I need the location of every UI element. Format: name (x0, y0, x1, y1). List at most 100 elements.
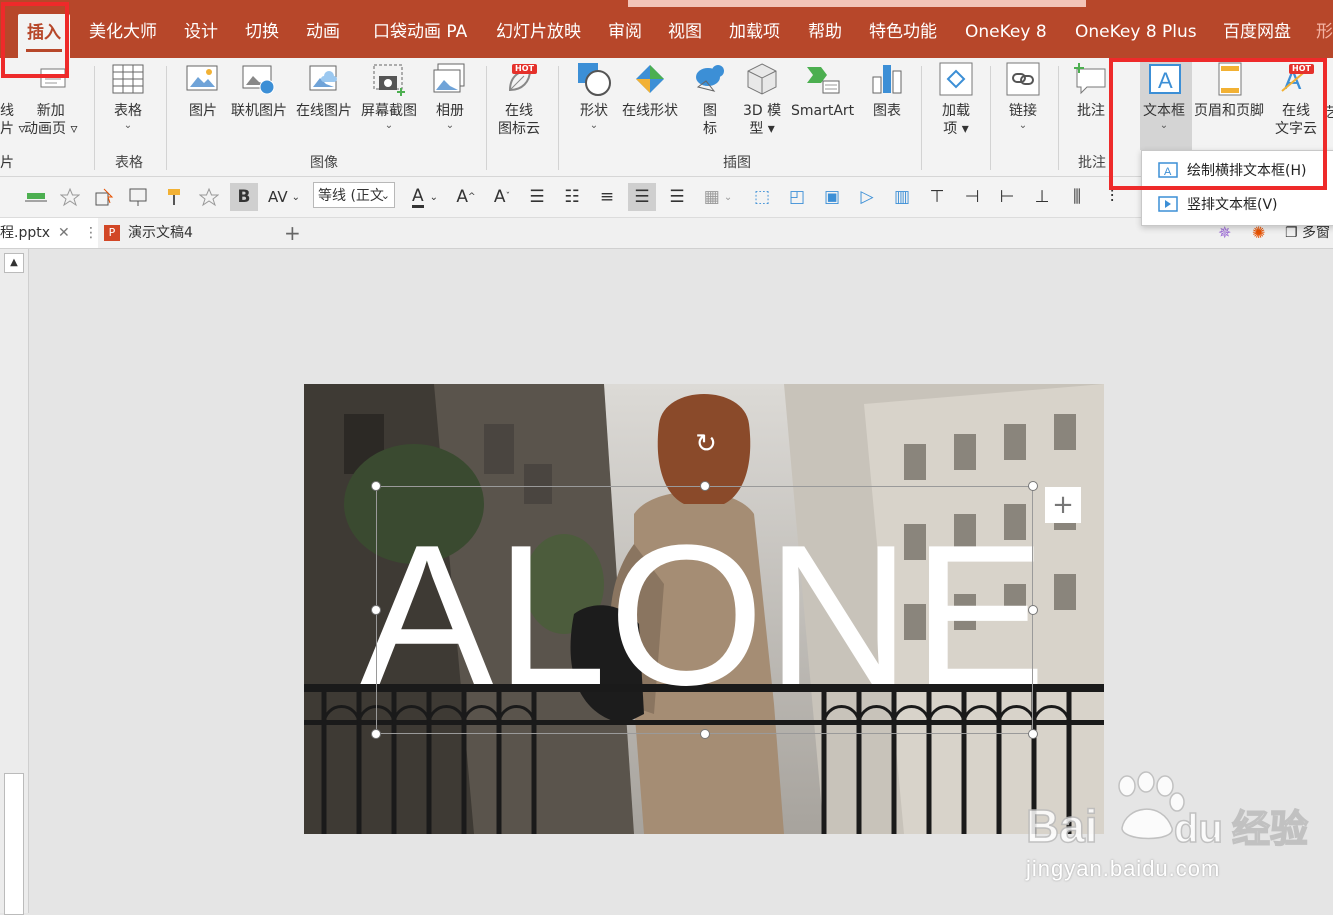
tab-help[interactable]: 帮助 (808, 18, 842, 46)
document-tabs: 程.pptx ✕ ⋮ P 演示文稿4 + ✵ ✺ ❐ 多窗 (0, 218, 1333, 249)
group-label-image: 图像 (310, 155, 338, 171)
presenter-icon[interactable] (124, 183, 152, 211)
align-left-icon[interactable]: ☰ (628, 183, 656, 211)
align-right-edge-icon[interactable]: ⊣ (958, 183, 986, 211)
resize-handle-tl[interactable] (371, 481, 381, 491)
title-strip (628, 0, 1086, 7)
partial-left-item[interactable]: 线 片 ▿ (0, 102, 25, 138)
3d-model-button[interactable]: 3D 模 型 ▾ (743, 60, 781, 138)
tab-features[interactable]: 特色功能 (869, 18, 937, 46)
table-icon (110, 60, 146, 98)
select-shape-icon[interactable] (90, 183, 118, 211)
addin-icon (938, 60, 974, 98)
window-icon: ❐ (1285, 225, 1298, 241)
tab-transitions[interactable]: 切换 (245, 18, 279, 46)
online-picture-button-2[interactable]: 在线图片 (296, 60, 352, 120)
star-outline-icon[interactable] (195, 183, 223, 211)
icons-button[interactable]: 图 标 (692, 60, 728, 138)
picture-button[interactable]: 图片 (185, 60, 221, 120)
tab-design[interactable]: 设计 (184, 18, 218, 46)
font-color-button[interactable]: A ⌄ (405, 183, 445, 211)
tab-pocket-animation[interactable]: 口袋动画 PA (373, 18, 467, 46)
rotate-handle-icon[interactable]: ↻ (692, 430, 720, 458)
watermark-url: jingyan.baidu.com (1026, 856, 1221, 881)
bold-button[interactable]: B (230, 183, 258, 211)
tab-view[interactable]: 视图 (668, 18, 702, 46)
tab-slideshow[interactable]: 幻灯片放映 (496, 18, 581, 46)
chart-align-icon[interactable]: ▥ (888, 183, 916, 211)
align-icon-1[interactable] (22, 183, 50, 211)
hot-badge: HOT (512, 64, 537, 74)
highlight-box-textbox (1109, 58, 1327, 190)
svg-text:Bai: Bai (1026, 800, 1098, 852)
cloud-picture-icon (306, 60, 342, 98)
highlight-box-insert-tab (1, 2, 69, 78)
text-direction-icon[interactable]: ▷ (853, 183, 881, 211)
online-picture-button-1[interactable]: 联机图片 (231, 60, 287, 120)
resize-handle-b[interactable] (700, 729, 710, 739)
online-picture-icon (241, 60, 277, 98)
ribbon-tab-bar: 插入 美化大师 设计 切换 动画 口袋动画 PA 幻灯片放映 审阅 视图 加载项… (0, 0, 1333, 58)
online-shapes-button[interactable]: 在线形状 (622, 60, 678, 120)
tab-addins[interactable]: 加载项 (729, 18, 780, 46)
resize-handle-bl[interactable] (371, 729, 381, 739)
album-button[interactable]: 相册 ⌄ (432, 60, 468, 132)
tab-baidu-netdisk[interactable]: 百度网盘 (1223, 18, 1291, 46)
grow-font-button[interactable]: A ^ (452, 183, 480, 211)
resize-handle-t[interactable] (700, 481, 710, 491)
online-shapes-icon (632, 60, 668, 98)
resize-handle-tr[interactable] (1028, 481, 1038, 491)
align-middle-icon[interactable]: ⊥ (1028, 183, 1056, 211)
tab-shape-format[interactable]: 形 (1316, 18, 1333, 46)
justify-icon[interactable]: ≡ (593, 183, 621, 211)
close-icon[interactable]: ✕ (58, 218, 70, 248)
scrollbar-thumb[interactable] (4, 773, 24, 915)
addins-button[interactable]: 加载 项 ▾ (938, 60, 974, 138)
align-center-icon[interactable]: ☰ (523, 183, 551, 211)
char-spacing-button[interactable]: AV ⌄ (264, 183, 304, 211)
menu-item-vertical-textbox[interactable]: 竖排文本框(V) (1142, 187, 1333, 221)
partial-group-label: 片 (0, 155, 14, 171)
format-painter-icon[interactable] (160, 183, 188, 211)
more-icon[interactable]: ⋮ (84, 218, 98, 248)
resize-handle-r[interactable] (1028, 605, 1038, 615)
shapes-button[interactable]: 形状 ⌄ (576, 60, 612, 132)
align-left-edge-icon[interactable]: ⊢ (993, 183, 1021, 211)
new-tab-button[interactable]: + (284, 218, 301, 248)
tab-review[interactable]: 审阅 (608, 18, 642, 46)
smartart-button[interactable]: SmartArt (791, 60, 854, 120)
link-button[interactable]: 链接 ⌄ (1005, 60, 1041, 132)
group-label-illustration: 插图 (723, 155, 751, 171)
align-right-icon[interactable]: ☰ (663, 183, 691, 211)
tab-animations[interactable]: 动画 (306, 18, 340, 46)
font-name-select[interactable]: 等线 (正文 ⌄ (313, 182, 395, 208)
tab-onekey8[interactable]: OneKey 8 (965, 18, 1047, 46)
group-label-comment: 批注 (1078, 155, 1106, 171)
align-top-icon[interactable]: ⊤ (923, 183, 951, 211)
tab-onekey8-plus[interactable]: OneKey 8 Plus (1075, 18, 1197, 46)
text-box-align-icon[interactable]: ▣ (818, 183, 846, 211)
cube-icon (744, 60, 780, 98)
table-grid-icon[interactable]: ▦ ⌄ (698, 183, 738, 211)
distribute-icon[interactable]: ☷ (558, 183, 586, 211)
layout-options-button[interactable]: + (1045, 487, 1081, 523)
scroll-up-button[interactable]: ▲ (4, 253, 24, 273)
shape-outline-icon[interactable]: ◰ (783, 183, 811, 211)
star-icon[interactable] (56, 183, 84, 211)
text-selection-box[interactable] (376, 486, 1033, 734)
resize-handle-br[interactable] (1028, 729, 1038, 739)
crop-icon[interactable]: ⬚ (748, 183, 776, 211)
shrink-font-button[interactable]: Aˇ (488, 183, 516, 211)
screenshot-button[interactable]: 屏幕截图 ⌄ (361, 60, 417, 132)
comment-button[interactable]: 批注 (1073, 60, 1109, 120)
chart-button[interactable]: 图表 (869, 60, 905, 120)
doc-tab-active[interactable]: 程.pptx ✕ ⋮ (0, 218, 98, 248)
shapes-icon (576, 60, 612, 98)
doc-tab-presentation4[interactable]: P 演示文稿4 (104, 218, 274, 248)
table-button[interactable]: 表格 ⌄ (110, 60, 146, 132)
vertical-textbox-icon (1158, 196, 1178, 212)
powerpoint-icon: P (104, 225, 120, 241)
resize-handle-l[interactable] (371, 605, 381, 615)
distribute-h-icon[interactable]: ⫼ (1063, 183, 1091, 211)
tab-beautify[interactable]: 美化大师 (89, 18, 157, 46)
